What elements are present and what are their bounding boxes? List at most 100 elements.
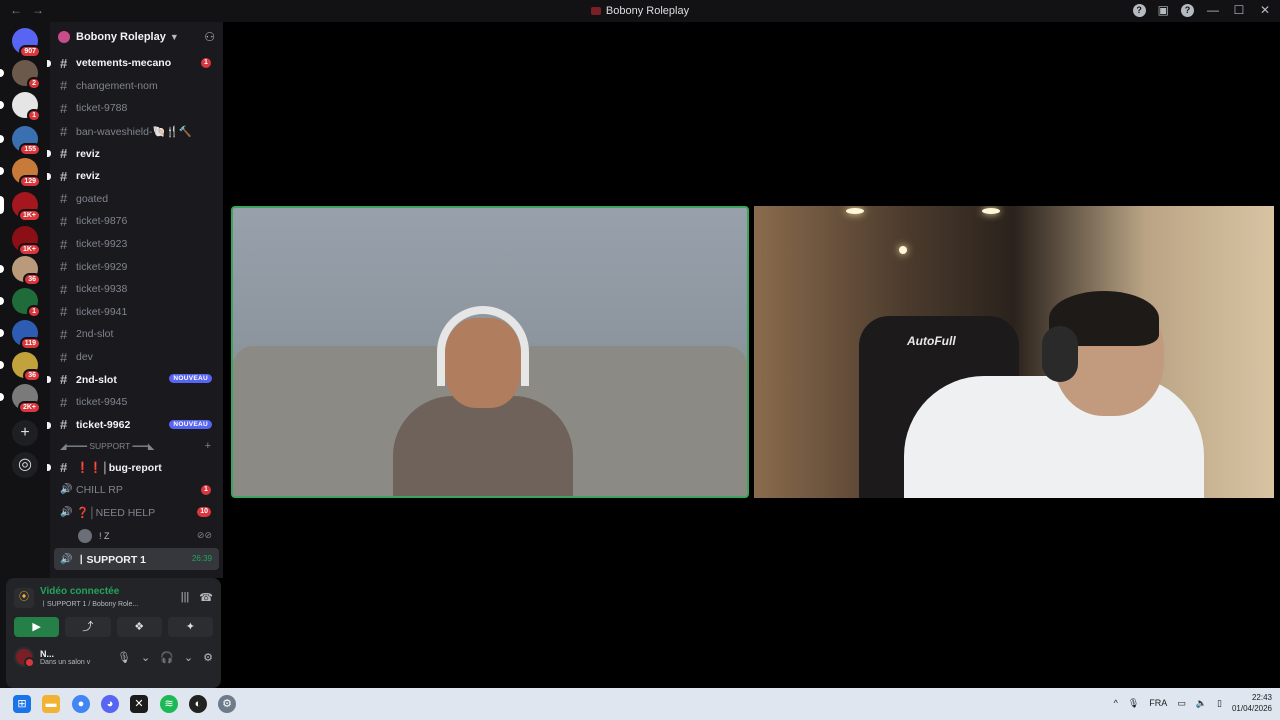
channel-item[interactable]: #2nd-slot xyxy=(50,323,223,346)
hash-icon: # xyxy=(60,213,68,229)
server-icon[interactable]: 36 xyxy=(0,352,41,382)
signal-icon[interactable]: ⦿ xyxy=(14,587,34,608)
hash-icon: # xyxy=(60,326,68,342)
app-icon[interactable]: ◐ xyxy=(189,695,207,713)
chevron-down-icon[interactable]: ⌄ xyxy=(141,651,150,664)
channel-item[interactable]: # ticket-9962 NOUVEAU xyxy=(47,414,223,437)
channel-sidebar: Bobony Roleplay ▼ ⚇ # vetements-mecano 1 #… xyxy=(47,22,223,578)
server-logo-icon xyxy=(590,7,601,15)
clock[interactable]: 22:43 01/04/2026 xyxy=(1232,692,1272,714)
close-icon[interactable]: ✕ xyxy=(1258,3,1272,17)
gear-icon[interactable]: ⚙ xyxy=(203,651,213,664)
add-server-icon[interactable]: + xyxy=(12,420,38,446)
channel-item[interactable]: # dev xyxy=(50,346,223,369)
channel-item[interactable]: # changement-nom xyxy=(50,75,223,98)
discord-icon[interactable]: ◕ xyxy=(101,695,119,713)
spotify-icon[interactable]: ≋ xyxy=(160,695,178,713)
maximize-icon[interactable]: ☐ xyxy=(1232,3,1246,17)
battery-icon[interactable]: ▯ xyxy=(1217,698,1222,709)
chrome-icon[interactable]: ● xyxy=(72,695,90,713)
server-icon[interactable]: 155 xyxy=(0,126,41,156)
app-icon[interactable]: ✕ xyxy=(130,695,148,713)
voice-controls: ▶ ⤴ ❖ ✦ xyxy=(6,609,221,637)
server-icon[interactable]: 2K+ xyxy=(0,384,41,414)
channel-item[interactable]: # goated xyxy=(50,188,223,211)
server-badge-icon xyxy=(58,31,70,43)
direct-messages-icon[interactable]: 907 xyxy=(12,28,41,58)
channel-item[interactable]: # ticket-9788 xyxy=(50,97,223,120)
chevron-up-icon[interactable]: ^ xyxy=(1114,698,1118,708)
server-icon[interactable]: 36 xyxy=(0,256,41,286)
channel-item[interactable]: # ban-waveshield-🐚🍴🔨 xyxy=(50,120,223,143)
channel-item[interactable]: # reviz xyxy=(47,142,223,165)
inbox-icon[interactable]: ▣ xyxy=(1158,3,1169,17)
hash-icon: # xyxy=(60,146,68,162)
chevron-down-icon[interactable]: ⌄ xyxy=(184,651,193,664)
hash-icon: # xyxy=(60,191,68,207)
discover-icon[interactable]: ◎ xyxy=(12,452,38,478)
server-icon[interactable]: 2 xyxy=(0,60,41,90)
help-icon[interactable]: ? xyxy=(1132,3,1146,17)
participant-video xyxy=(383,306,583,496)
voice-user-panel: ⦿ Vidéo connectée 〡SUPPORT 1 / Bobony Ro… xyxy=(6,578,221,688)
video-stage: AutoFull xyxy=(223,22,1280,688)
active-voice-channel[interactable]: 🔊 〡SUPPORT 1 26:39 xyxy=(54,547,219,571)
voice-channel-item[interactable]: 🔊 ❓│NEED HELP 10 xyxy=(50,501,223,524)
server-icon[interactable]: 129 xyxy=(0,158,41,188)
soundboard-button[interactable]: ✦ xyxy=(167,617,213,637)
hash-icon: # xyxy=(60,394,68,410)
server-icon[interactable]: 119 xyxy=(0,320,41,350)
noise-suppression-icon[interactable]: ||| xyxy=(181,591,190,604)
chevron-down-icon: ▼ xyxy=(169,32,179,42)
hash-icon: # xyxy=(60,236,68,252)
server-icon[interactable]: 1 xyxy=(0,288,41,318)
voice-channel-item[interactable]: 🔊 CHILL RP 1 xyxy=(50,479,223,502)
info-icon[interactable]: ? xyxy=(1181,3,1194,17)
voice-user[interactable]: ! Z ⊘⊘ xyxy=(50,524,223,548)
minimize-icon[interactable]: — xyxy=(1206,3,1220,17)
new-badge: NOUVEAU xyxy=(169,419,212,429)
participant-video xyxy=(904,291,1274,498)
channel-item[interactable]: #2nd-slot NOUVEAU xyxy=(47,368,223,391)
file-explorer-icon[interactable]: ▬ xyxy=(42,695,60,713)
title-bar: ← → Bobony Roleplay ? ▣ ? — ☐ ✕ xyxy=(0,0,1280,22)
server-icon[interactable]: 1 xyxy=(0,92,41,122)
channel-item[interactable]: # vetements-mecano 1 xyxy=(47,52,223,75)
add-member-icon[interactable]: ⚇ xyxy=(204,30,215,44)
taskbar: ⊞ ▬ ● ◕ ✕ ≋ ◐ ⚙ ^ 🎙 FRA ▭ 🔈 ▯ 22:43 01/0… xyxy=(0,688,1280,720)
video-tile[interactable] xyxy=(231,206,749,498)
disconnect-icon[interactable]: ☎ xyxy=(199,591,213,604)
channel-item[interactable]: # ticket-9929 xyxy=(50,255,223,278)
settings-icon[interactable]: ⚙ xyxy=(218,695,236,713)
headset-icon xyxy=(1042,326,1078,382)
channel-item[interactable]: # reviz xyxy=(47,165,223,188)
hash-icon: # xyxy=(60,123,68,139)
activities-button[interactable]: ❖ xyxy=(116,617,162,637)
network-icon[interactable]: ▭ xyxy=(1177,698,1186,709)
channel-item[interactable]: # ticket-9923 xyxy=(50,233,223,256)
new-badge: NOUVEAU xyxy=(169,374,212,384)
server-icon-current[interactable]: 1K+ xyxy=(0,192,41,222)
speaker-icon: 🔊 xyxy=(60,507,73,519)
muted-deafened-icon: ⊘⊘ xyxy=(196,530,212,541)
channel-item[interactable]: # ❗❗│bug-report xyxy=(47,456,223,479)
microphone-icon[interactable]: 🎙 xyxy=(117,651,131,664)
volume-icon[interactable]: 🔈 xyxy=(1196,698,1207,709)
windows-start-icon[interactable]: ⊞ xyxy=(13,695,31,713)
channel-item[interactable]: # ticket-9941 xyxy=(50,301,223,324)
server-icon[interactable]: 1K+ xyxy=(12,226,41,256)
camera-button[interactable]: ▶ xyxy=(14,617,60,637)
avatar[interactable] xyxy=(14,647,35,668)
channel-item[interactable]: # ticket-9876 xyxy=(50,210,223,233)
channel-item[interactable]: # ticket-9945 xyxy=(50,391,223,414)
hash-icon: # xyxy=(60,100,68,116)
channel-item[interactable]: # ticket-9938 xyxy=(50,278,223,301)
add-channel-icon[interactable]: + xyxy=(205,440,211,452)
window-title: Bobony Roleplay xyxy=(0,5,1280,17)
server-header[interactable]: Bobony Roleplay ▼ ⚇ xyxy=(50,22,223,52)
category-header[interactable]: ◢━━━━ SUPPORT ━━━◣ + xyxy=(50,436,223,456)
microphone-icon[interactable]: 🎙 xyxy=(1128,698,1139,709)
video-tile[interactable]: AutoFull xyxy=(754,206,1274,498)
screen-share-button[interactable]: ⤴ xyxy=(65,617,111,637)
headphones-icon[interactable]: 🎧 xyxy=(160,651,174,664)
